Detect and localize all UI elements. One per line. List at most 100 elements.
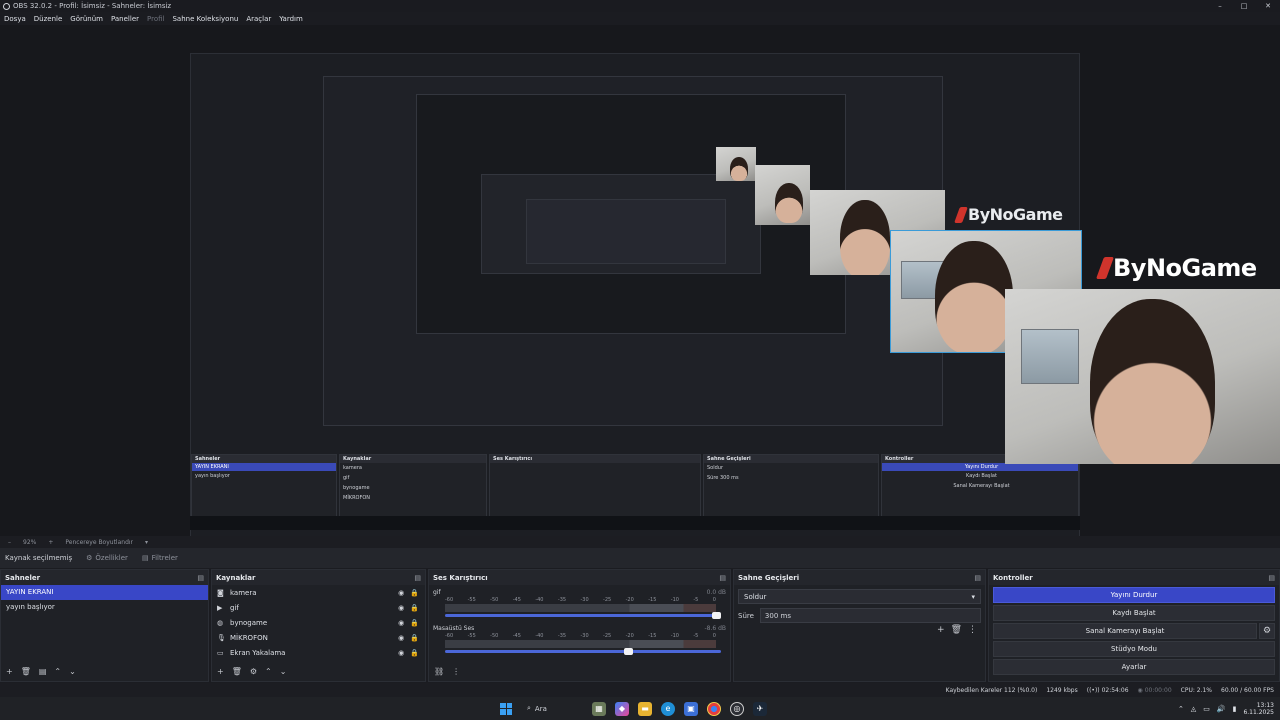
nested-transition: Soldur (707, 465, 724, 471)
scale-tick: -60 (445, 597, 454, 603)
chrome-icon[interactable] (707, 701, 721, 716)
dock-menu-icon[interactable]: ▤ (197, 574, 204, 582)
move-down-icon[interactable]: ⌄ (69, 667, 76, 676)
scale-tick: -50 (490, 633, 499, 639)
add-icon[interactable]: + (217, 667, 224, 676)
volume-icon[interactable]: 🔊 (1217, 705, 1226, 713)
chevron-down-icon[interactable]: ▾ (145, 539, 148, 546)
lock-icon[interactable]: 🔒 (410, 619, 419, 627)
scale-tick: -30 (580, 597, 589, 603)
move-up-icon[interactable]: ⌃ (54, 667, 61, 676)
duration-field[interactable]: 300 ms (759, 608, 981, 623)
eye-icon[interactable]: ◉ (398, 604, 404, 612)
more-icon[interactable]: ⋮ (452, 667, 460, 676)
gear-icon[interactable]: ⚙ (1259, 623, 1275, 639)
steam-icon[interactable]: ✈ (753, 701, 767, 716)
transition-select[interactable]: Soldur ▾ (738, 589, 981, 604)
eye-icon[interactable]: ◉ (398, 619, 404, 627)
trash-icon[interactable]: 🗑 (232, 667, 242, 676)
scale-tick: -45 (512, 597, 521, 603)
network-icon[interactable]: ▭ (1203, 705, 1210, 713)
menu-help[interactable]: Yardım (279, 15, 303, 23)
lock-icon[interactable]: 🔒 (410, 589, 419, 597)
lock-icon[interactable]: 🔒 (410, 604, 419, 612)
filters-button[interactable]: ▤ Filtreler (142, 554, 178, 562)
edge-icon[interactable]: e (661, 701, 675, 716)
copilot-icon[interactable]: ◆ (615, 701, 629, 716)
record-time-value: 00:00:00 (1144, 686, 1172, 694)
eye-icon[interactable]: ◉ (398, 589, 404, 597)
chevron-up-icon[interactable]: ⌃ (1178, 705, 1184, 713)
logo-text: ByNoGame (968, 205, 1063, 224)
gear-icon[interactable]: ⚙ (250, 667, 257, 676)
source-item[interactable]: ▭ Ekran Yakalama ◉ 🔒 (212, 645, 425, 660)
slider-handle[interactable] (712, 612, 721, 619)
slider-handle[interactable] (623, 648, 633, 655)
nested-scene-selected: YAYIN EKRANI (192, 463, 336, 471)
close-button[interactable]: ✕ (1256, 0, 1280, 12)
dock-menu-icon[interactable]: ▤ (414, 574, 421, 582)
scale-tick: -10 (670, 633, 679, 639)
record-icon: ◉ (1137, 686, 1143, 694)
menu-scene-collection[interactable]: Sahne Koleksiyonu (172, 15, 238, 23)
link-icon[interactable]: ⛓ (434, 667, 444, 676)
store-icon[interactable]: ▣ (684, 701, 698, 716)
source-item[interactable]: 🎙 MİKROFON ◉ 🔒 (212, 630, 425, 645)
scale-tick: -15 (648, 633, 657, 639)
properties-button[interactable]: ⚙ Özellikler (86, 554, 128, 562)
eye-icon[interactable]: ◉ (398, 634, 404, 642)
move-up-icon[interactable]: ⌃ (265, 667, 272, 676)
obs-icon[interactable]: ◎ (730, 701, 744, 716)
windows-start-icon[interactable] (500, 702, 512, 715)
source-item[interactable]: ◍ bynogame ◉ 🔒 (212, 615, 425, 630)
nested-control: Sanal Kamerayı Başlat (953, 483, 1010, 489)
menu-docks[interactable]: Paneller (111, 15, 139, 23)
trash-icon[interactable]: 🗑 (951, 625, 962, 635)
menu-profile[interactable]: Profil (147, 15, 164, 23)
source-item[interactable]: ◙ kamera ◉ 🔒 (212, 585, 425, 600)
widgets-icon[interactable]: ▦ (592, 701, 606, 716)
virtual-camera-button[interactable]: Sanal Kamerayı Başlat (993, 623, 1257, 639)
lock-icon[interactable]: 🔒 (410, 649, 419, 657)
maximize-button[interactable]: □ (1232, 0, 1256, 12)
scene-item[interactable]: yayın başlıyor (1, 600, 208, 615)
lock-icon[interactable]: 🔒 (410, 634, 419, 642)
volume-slider[interactable] (445, 612, 721, 619)
start-record-button[interactable]: Kaydı Başlat (993, 605, 1275, 621)
file-explorer-icon[interactable]: ▬ (638, 701, 652, 716)
trash-icon[interactable]: 🗑 (21, 667, 31, 676)
resize-to-window[interactable]: Pencereye Boyutlandır (65, 539, 133, 546)
stop-stream-button[interactable]: Yayını Durdur (993, 587, 1275, 603)
menu-file[interactable]: Dosya (4, 15, 26, 23)
dock-menu-icon[interactable]: ▤ (1268, 574, 1275, 582)
menu-view[interactable]: Görünüm (70, 15, 103, 23)
menu-bar: Dosya Düzenle Görünüm Paneller Profil Sa… (0, 12, 1280, 25)
logo-text: ByNoGame (1113, 254, 1257, 282)
more-icon[interactable]: ⋮ (968, 625, 977, 635)
volume-slider[interactable] (445, 648, 721, 655)
bynogame-logo-icon (1095, 257, 1115, 279)
add-icon[interactable]: + (937, 625, 945, 635)
zoom-out-icon[interactable]: – (8, 539, 11, 546)
webcam-frame (755, 165, 810, 225)
scale-tick: 0 (712, 633, 716, 639)
dock-menu-icon[interactable]: ▤ (719, 574, 726, 582)
add-icon[interactable]: + (6, 667, 13, 676)
dock-menu-icon[interactable]: ▤ (974, 574, 981, 582)
scene-item[interactable]: YAYIN EKRANI (1, 585, 208, 600)
menu-edit[interactable]: Düzenle (34, 15, 63, 23)
filter-icon[interactable]: ▤ (39, 667, 47, 676)
source-item[interactable]: ▶ gif ◉ 🔒 (212, 600, 425, 615)
battery-icon[interactable]: ▮ (1233, 705, 1237, 713)
settings-button[interactable]: Ayarlar (993, 659, 1275, 675)
preview-area[interactable]: Sahneler YAYIN EKRANI yayın başlıyor Kay… (0, 25, 1280, 536)
eye-icon[interactable]: ◉ (398, 649, 404, 657)
location-icon[interactable]: ◬ (1191, 705, 1196, 713)
move-down-icon[interactable]: ⌄ (280, 667, 287, 676)
studio-mode-button[interactable]: Stüdyo Modu (993, 641, 1275, 657)
zoom-in-icon[interactable]: + (48, 539, 53, 546)
menu-tools[interactable]: Araçlar (246, 15, 271, 23)
clock[interactable]: 13:13 6.11.2025 (1243, 702, 1274, 716)
minimize-button[interactable]: – (1208, 0, 1232, 12)
taskbar-search[interactable]: ⌕ Ara (521, 701, 583, 717)
